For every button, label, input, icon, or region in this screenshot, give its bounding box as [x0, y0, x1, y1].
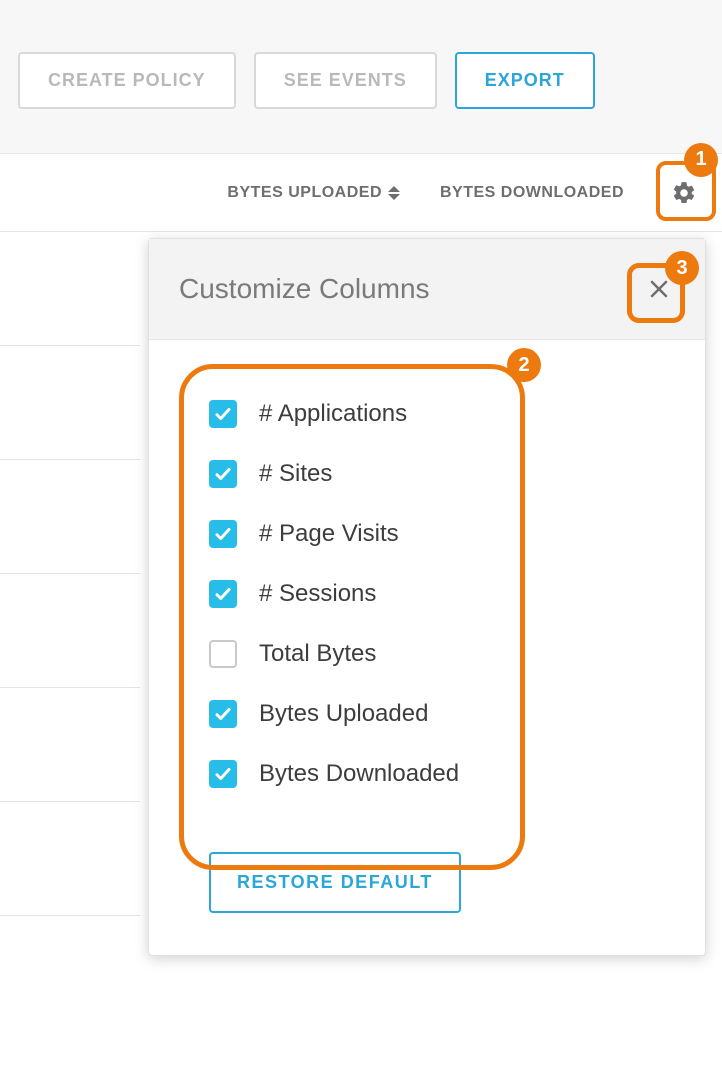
option-label: Total Bytes — [259, 640, 376, 668]
column-bytes-uploaded[interactable]: BYTES UPLOADED — [227, 184, 400, 202]
check-icon — [214, 705, 232, 723]
gear-icon — [671, 180, 697, 206]
column-options-list: # Applications # Sites # Page Visits # Sess… — [179, 390, 675, 808]
settings-button[interactable] — [664, 173, 704, 213]
table-row — [0, 802, 140, 916]
checkbox[interactable] — [209, 400, 237, 428]
column-option[interactable]: # Page Visits — [209, 520, 645, 548]
check-icon — [214, 765, 232, 783]
popover-body: 2 # Applications # Sites # Page Visits # Se… — [149, 340, 705, 955]
table-row — [0, 574, 140, 688]
checkbox[interactable] — [209, 640, 237, 668]
column-bytes-downloaded[interactable]: BYTES DOWNLOADED — [440, 184, 624, 202]
export-button[interactable]: EXPORT — [455, 52, 595, 109]
close-icon — [647, 277, 671, 301]
checkbox[interactable] — [209, 580, 237, 608]
check-icon — [214, 465, 232, 483]
table-row — [0, 232, 140, 346]
table-row — [0, 460, 140, 574]
check-icon — [214, 525, 232, 543]
check-icon — [214, 405, 232, 423]
callout-badge-2: 2 — [507, 348, 541, 382]
checkbox[interactable] — [209, 700, 237, 728]
column-label: BYTES UPLOADED — [227, 184, 382, 202]
option-label: # Applications — [259, 400, 407, 428]
option-label: # Sessions — [259, 580, 376, 608]
column-option[interactable]: Bytes Downloaded — [209, 760, 645, 788]
option-label: Bytes Uploaded — [259, 700, 428, 728]
callout-badge-1: 1 — [684, 143, 718, 177]
checkbox[interactable] — [209, 520, 237, 548]
column-label: BYTES DOWNLOADED — [440, 184, 624, 202]
popover-header: Customize Columns 3 — [149, 239, 705, 340]
restore-default-button[interactable]: RESTORE DEFAULT — [209, 852, 461, 913]
create-policy-button[interactable]: CREATE POLICY — [18, 52, 236, 109]
column-header-row: BYTES UPLOADED BYTES DOWNLOADED 1 — [0, 154, 722, 232]
column-option[interactable]: # Sites — [209, 460, 645, 488]
option-label: Bytes Downloaded — [259, 760, 459, 788]
callout-badge-3: 3 — [665, 251, 699, 285]
sort-arrows-icon — [388, 186, 400, 200]
table-row — [0, 346, 140, 460]
column-option[interactable]: Bytes Uploaded — [209, 700, 645, 728]
see-events-button[interactable]: SEE EVENTS — [254, 52, 437, 109]
checkbox[interactable] — [209, 460, 237, 488]
column-option[interactable]: Total Bytes — [209, 640, 645, 668]
top-toolbar: CREATE POLICY SEE EVENTS EXPORT — [0, 0, 722, 154]
option-label: # Sites — [259, 460, 332, 488]
table-row — [0, 688, 140, 802]
option-label: # Page Visits — [259, 520, 399, 548]
column-option[interactable]: # Sessions — [209, 580, 645, 608]
popover-title: Customize Columns — [179, 273, 430, 305]
customize-columns-popover: Customize Columns 3 2 # Applications # Si… — [148, 238, 706, 956]
column-option[interactable]: # Applications — [209, 400, 645, 428]
check-icon — [214, 585, 232, 603]
checkbox[interactable] — [209, 760, 237, 788]
